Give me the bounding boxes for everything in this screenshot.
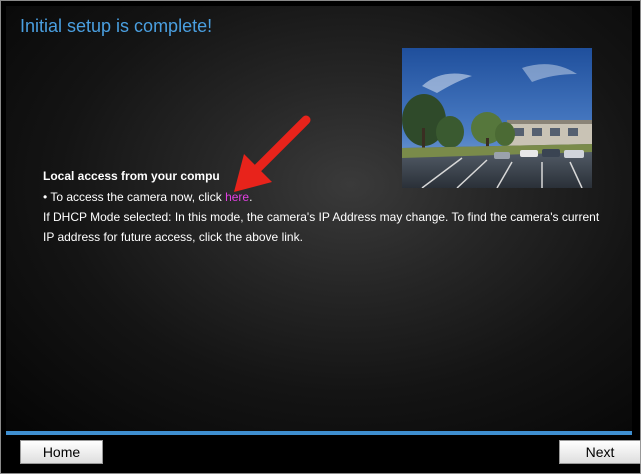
- footer-accent-bar: [6, 431, 632, 435]
- local-access-heading: Local access from your compu: [43, 169, 220, 183]
- next-button[interactable]: Next: [559, 440, 641, 464]
- home-button[interactable]: Home: [20, 440, 103, 464]
- red-arrow-icon: [234, 115, 311, 192]
- main-panel: Initial setup is complete! Local access …: [6, 6, 632, 431]
- local-access-section: Local access from your compu • To access…: [43, 167, 613, 247]
- access-now-text: • To access the camera now, click: [43, 190, 226, 204]
- access-now-line: • To access the camera now, click here.: [43, 187, 613, 207]
- page-title: Initial setup is complete!: [20, 16, 213, 36]
- dhcp-note: If DHCP Mode selected: In this mode, the…: [43, 210, 600, 244]
